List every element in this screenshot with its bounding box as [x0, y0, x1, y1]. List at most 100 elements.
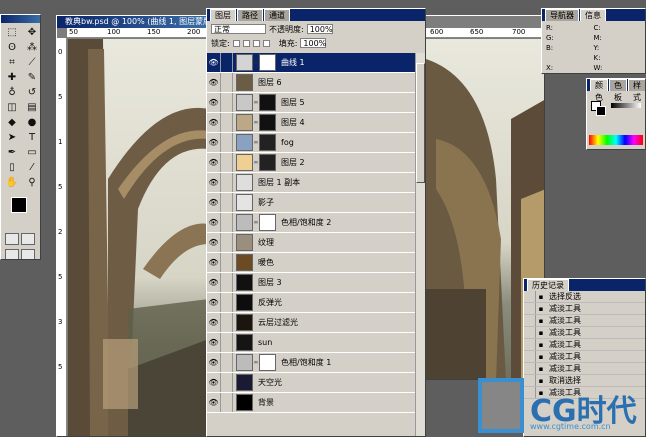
fill-input[interactable]: 100%	[300, 38, 327, 48]
layer-row[interactable]: 👁 纹理	[207, 233, 417, 253]
shape-tool-icon[interactable]: ▭	[23, 146, 40, 160]
gradient-tool-icon[interactable]: ▤	[23, 101, 40, 115]
history-snapshot-slot[interactable]	[524, 291, 536, 302]
standard-mode-icon[interactable]	[5, 233, 19, 245]
layer-row[interactable]: 👁 天空光	[207, 373, 417, 393]
history-item[interactable]: ▪ 减淡工具	[524, 315, 645, 327]
link-slot[interactable]	[221, 273, 233, 292]
path-select-icon[interactable]: ➤	[3, 131, 21, 145]
history-snapshot-slot[interactable]	[524, 363, 536, 374]
link-slot[interactable]	[221, 133, 233, 152]
layer-row[interactable]: 👁 ∞ 图层 2	[207, 153, 417, 173]
document-title[interactable]: 教典bw.psd @ 100% (曲线 1, 图层蒙版)	[57, 16, 207, 28]
layer-thumbnail[interactable]	[236, 174, 253, 191]
visibility-eye-icon[interactable]: 👁	[207, 193, 221, 212]
image-canvas[interactable]	[68, 39, 207, 436]
visibility-eye-icon[interactable]: 👁	[207, 313, 221, 332]
history-item[interactable]: ▪ 选择反选	[524, 291, 645, 303]
layer-mask-thumbnail[interactable]	[259, 114, 276, 131]
visibility-eye-icon[interactable]: 👁	[207, 153, 221, 172]
layer-mask-thumbnail[interactable]	[259, 154, 276, 171]
history-item[interactable]: ▪ 减淡工具	[524, 303, 645, 315]
healing-brush-icon[interactable]: ✚	[3, 71, 21, 85]
layer-thumbnail[interactable]	[236, 374, 253, 391]
layer-mask-thumbnail[interactable]	[259, 354, 276, 371]
layer-row[interactable]: 👁 云层过滤光	[207, 313, 417, 333]
color-swatches[interactable]	[3, 197, 38, 227]
magic-wand-tool-icon[interactable]: ⁂	[23, 41, 40, 55]
visibility-eye-icon[interactable]: 👁	[207, 293, 221, 312]
link-slot[interactable]	[221, 313, 233, 332]
layer-thumbnail[interactable]	[236, 254, 253, 271]
notes-tool-icon[interactable]: ▯	[3, 161, 21, 175]
layer-row[interactable]: 👁 图层 1 副本	[207, 173, 417, 193]
screen-mode-2-icon[interactable]	[21, 249, 35, 259]
layer-row[interactable]: 👁 图层 6	[207, 73, 417, 93]
visibility-eye-icon[interactable]: 👁	[207, 333, 221, 352]
link-slot[interactable]	[221, 353, 233, 372]
eyedropper-tool-icon[interactable]: ⁄	[23, 161, 40, 175]
link-slot[interactable]	[221, 373, 233, 392]
visibility-eye-icon[interactable]: 👁	[207, 353, 221, 372]
tab-styles[interactable]: 样式	[628, 79, 645, 102]
layer-mask-thumbnail[interactable]	[259, 214, 276, 231]
link-slot[interactable]	[221, 333, 233, 352]
crop-tool-icon[interactable]: ⌗	[3, 56, 21, 70]
history-snapshot-slot[interactable]	[524, 303, 536, 314]
link-slot[interactable]	[221, 253, 233, 272]
layer-row[interactable]: 👁 ∞ 色相/饱和度 1	[207, 353, 417, 373]
brush-tool-icon[interactable]: ✎	[23, 71, 40, 85]
layer-row[interactable]: 👁 ∞ 图层 4	[207, 113, 417, 133]
eraser-tool-icon[interactable]: ◫	[3, 101, 21, 115]
layer-thumbnail[interactable]	[236, 314, 253, 331]
link-slot[interactable]	[221, 193, 233, 212]
link-slot[interactable]	[221, 293, 233, 312]
link-slot[interactable]	[221, 393, 233, 412]
slice-tool-icon[interactable]: ⟋	[23, 56, 40, 70]
layers-scrollbar[interactable]	[415, 53, 425, 436]
history-item[interactable]: ▪ 减淡工具	[524, 351, 645, 363]
history-item[interactable]: ▪ 减淡工具	[524, 339, 645, 351]
layer-row[interactable]: 👁 sun	[207, 333, 417, 353]
link-slot[interactable]	[221, 233, 233, 252]
visibility-eye-icon[interactable]: 👁	[207, 253, 221, 272]
layer-row[interactable]: 👁 暖色	[207, 253, 417, 273]
visibility-eye-icon[interactable]: 👁	[207, 373, 221, 392]
visibility-eye-icon[interactable]: 👁	[207, 73, 221, 92]
layer-row[interactable]: 👁 ∞ fog	[207, 133, 417, 153]
layer-mask-thumbnail[interactable]	[259, 134, 276, 151]
screen-mode-1-icon[interactable]	[5, 249, 19, 259]
visibility-eye-icon[interactable]: 👁	[207, 53, 221, 72]
layer-row[interactable]: 👁 ∞ 色相/饱和度 2	[207, 213, 417, 233]
layer-row[interactable]: 👁 背景	[207, 393, 417, 413]
tab-color[interactable]: 颜色	[590, 79, 608, 102]
tab-channels[interactable]: 通道	[264, 9, 290, 21]
foreground-color-swatch[interactable]	[11, 197, 27, 213]
link-slot[interactable]	[221, 73, 233, 92]
layer-thumbnail[interactable]	[236, 74, 253, 91]
tab-history[interactable]: 历史记录	[527, 279, 569, 291]
layer-row[interactable]: 👁 ∞ 图层 5	[207, 93, 417, 113]
hand-tool-icon[interactable]: ✋	[3, 176, 21, 190]
layer-row[interactable]: 👁 图层 3	[207, 273, 417, 293]
quickmask-mode-icon[interactable]	[21, 233, 35, 245]
lock-transparency-checkbox[interactable]	[232, 39, 240, 47]
layer-thumbnail[interactable]	[236, 354, 253, 371]
tab-navigator[interactable]: 导航器	[545, 9, 579, 21]
visibility-eye-icon[interactable]: 👁	[207, 93, 221, 112]
history-item[interactable]: ▪ 减淡工具	[524, 363, 645, 375]
link-slot[interactable]	[221, 93, 233, 112]
visibility-eye-icon[interactable]: 👁	[207, 173, 221, 192]
history-snapshot-slot[interactable]	[524, 351, 536, 362]
layer-mask-thumbnail[interactable]	[259, 54, 276, 71]
lock-pixels-checkbox[interactable]	[242, 39, 250, 47]
layer-thumbnail[interactable]	[236, 274, 253, 291]
blur-tool-icon[interactable]: ◆	[3, 116, 21, 130]
layer-thumbnail[interactable]	[236, 134, 253, 151]
layer-row[interactable]: 👁 反弹光	[207, 293, 417, 313]
visibility-eye-icon[interactable]: 👁	[207, 113, 221, 132]
layer-row[interactable]: 👁 ∞ 曲线 1	[207, 53, 417, 73]
link-slot[interactable]	[221, 53, 233, 72]
layer-thumbnail[interactable]	[236, 234, 253, 251]
lock-position-checkbox[interactable]	[252, 39, 260, 47]
